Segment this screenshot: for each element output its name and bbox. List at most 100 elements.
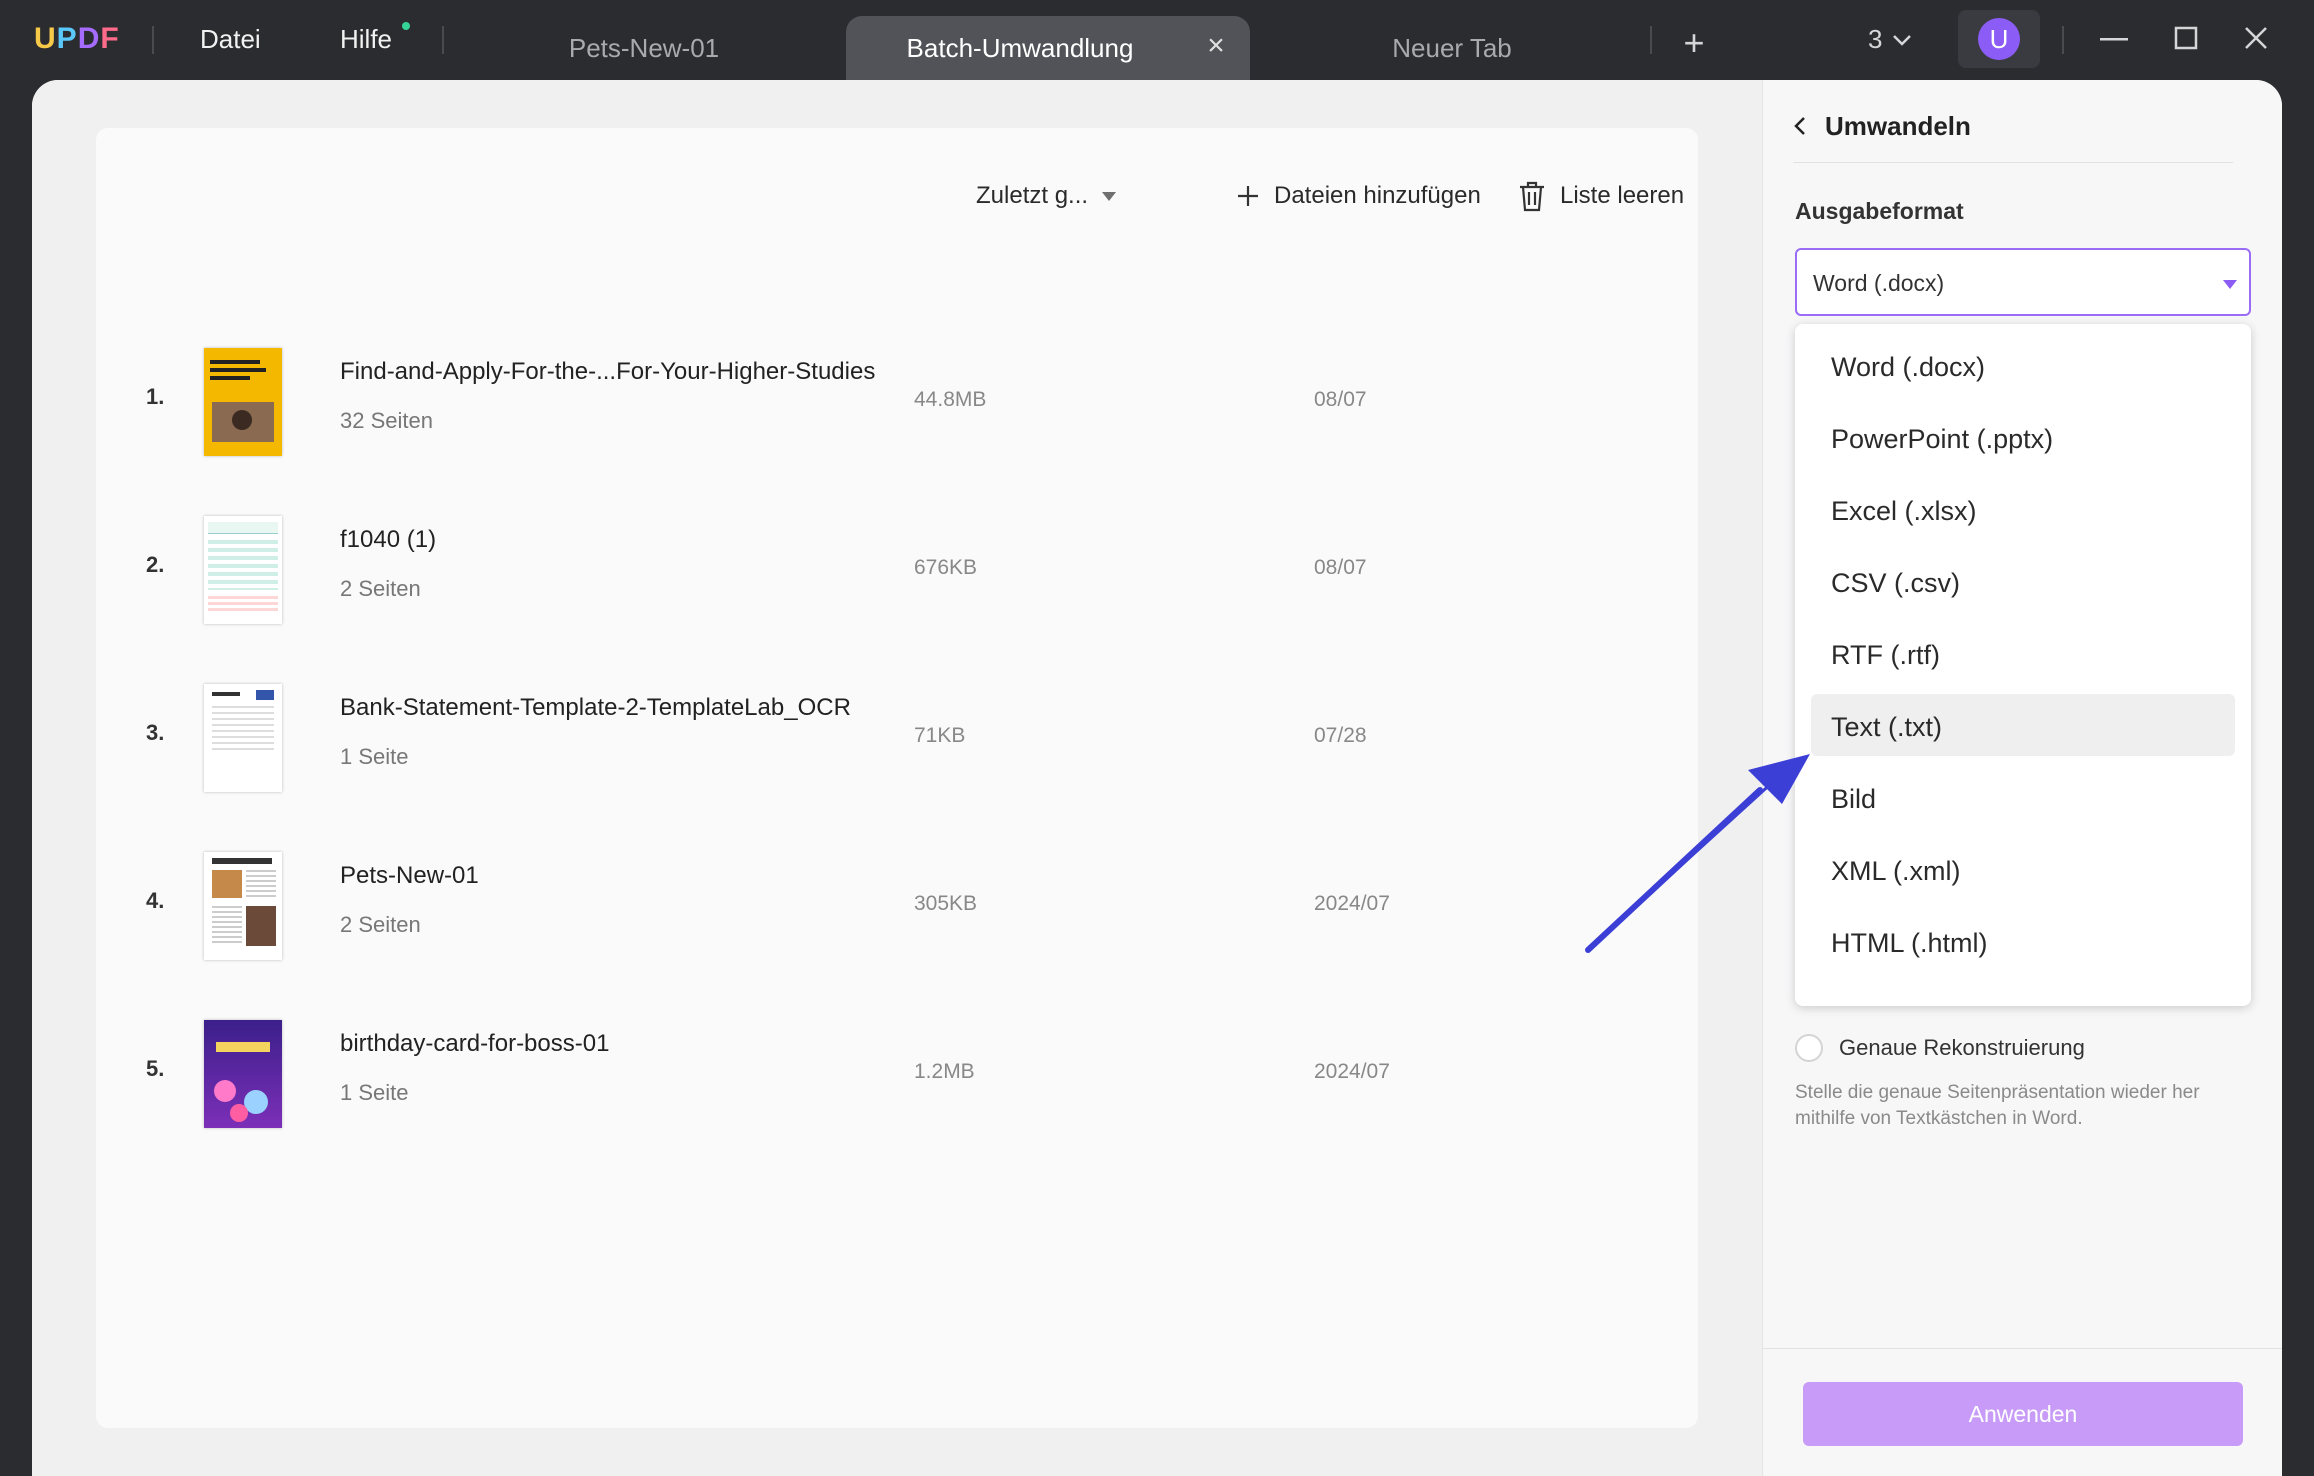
convert-side-panel: Umwandeln Ausgabeformat Word (.docx) Wor… bbox=[1762, 80, 2282, 1476]
apply-button[interactable]: Anwenden bbox=[1803, 1382, 2243, 1446]
divider bbox=[2062, 26, 2064, 54]
logo-letter: U bbox=[34, 22, 57, 55]
logo-letter: D bbox=[77, 22, 101, 55]
add-files-button[interactable]: Dateien hinzufügen bbox=[1236, 176, 1481, 216]
file-size: 305KB bbox=[914, 892, 978, 915]
row-number: 2. bbox=[146, 552, 165, 577]
file-name: Find-and-Apply-For-the-...For-Your-Highe… bbox=[340, 358, 876, 385]
tab-label: Pets-New-01 bbox=[568, 32, 720, 63]
file-pages: 1 Seite bbox=[340, 1080, 409, 1105]
file-size: 71KB bbox=[914, 724, 966, 747]
file-thumbnail bbox=[204, 684, 282, 792]
radio-button[interactable] bbox=[1795, 1034, 1823, 1062]
format-option[interactable]: Bild bbox=[1811, 766, 2235, 828]
logo-letter: F bbox=[100, 22, 120, 55]
format-option[interactable]: Word (.docx) bbox=[1811, 334, 2235, 396]
file-size: 676KB bbox=[914, 556, 978, 579]
close-tab-icon[interactable]: × bbox=[1202, 31, 1230, 61]
file-list-panel: Zuletzt g... Dateien hinzufügen Liste le… bbox=[96, 128, 1698, 1428]
window-count[interactable]: 3 bbox=[1868, 24, 1914, 55]
notification-dot bbox=[402, 22, 410, 30]
row-number: 4. bbox=[146, 888, 165, 913]
file-date: 07/28 bbox=[1314, 724, 1367, 747]
file-row[interactable]: 4. Pets-New-01 2 Seiten 305KB 2024/07 bbox=[96, 832, 1698, 972]
tab-label: Neuer Tab bbox=[1392, 32, 1512, 63]
file-pages: 2 Seiten bbox=[340, 912, 421, 937]
tab-batch-conversion[interactable]: Batch-Umwandlung × bbox=[846, 16, 1250, 80]
file-date: 08/07 bbox=[1314, 556, 1367, 579]
add-files-label: Dateien hinzufügen bbox=[1274, 182, 1481, 209]
file-name: birthday-card-for-boss-01 bbox=[340, 1030, 610, 1057]
format-option[interactable]: HTML (.html) bbox=[1811, 910, 2235, 972]
clear-list-button[interactable]: Liste leeren bbox=[1518, 176, 1684, 216]
avatar: U bbox=[1978, 18, 2020, 60]
file-row[interactable]: 3. Bank-Statement-Template-2-TemplateLab… bbox=[96, 664, 1698, 804]
batch-conversion-window: Zuletzt g... Dateien hinzufügen Liste le… bbox=[32, 80, 2282, 1476]
file-thumbnail bbox=[204, 1020, 282, 1128]
row-number: 1. bbox=[146, 384, 165, 409]
updf-logo[interactable]: UPDF bbox=[34, 22, 120, 56]
menu-file[interactable]: Datei bbox=[200, 24, 261, 55]
exact-reconstruction-option[interactable]: Genaue Rekonstruierung bbox=[1795, 1034, 2085, 1062]
caret-down-icon bbox=[1102, 191, 1117, 201]
tab-pets-new-01[interactable]: Pets-New-01 bbox=[452, 16, 836, 80]
annotation-arrow-icon bbox=[1585, 754, 1810, 953]
file-row[interactable]: 1. Find-and-Apply-For-the-...For-Your-Hi… bbox=[96, 328, 1698, 468]
divider bbox=[1650, 26, 1652, 54]
file-size: 1.2MB bbox=[914, 1060, 975, 1083]
back-arrow-icon[interactable] bbox=[1793, 115, 1807, 137]
file-pages: 1 Seite bbox=[340, 744, 409, 769]
menu-help[interactable]: Hilfe bbox=[340, 24, 392, 55]
divider bbox=[1793, 162, 2233, 163]
window-count-label: 3 bbox=[1868, 24, 1883, 54]
close-window-icon[interactable] bbox=[2244, 26, 2268, 50]
maximize-icon[interactable] bbox=[2174, 26, 2198, 50]
file-pages: 2 Seiten bbox=[340, 576, 421, 601]
format-option[interactable]: PowerPoint (.pptx) bbox=[1811, 406, 2235, 468]
format-option[interactable]: Excel (.xlsx) bbox=[1811, 478, 2235, 540]
clear-list-label: Liste leeren bbox=[1560, 182, 1685, 209]
format-option[interactable]: RTF (.rtf) bbox=[1811, 622, 2235, 684]
format-dropdown-menu: Word (.docx) PowerPoint (.pptx) Excel (.… bbox=[1795, 324, 2251, 1006]
file-size: 44.8MB bbox=[914, 388, 987, 411]
trash-icon bbox=[1520, 181, 1544, 212]
side-panel-header: Umwandeln bbox=[1793, 106, 1971, 146]
selected-format-value: Word (.docx) bbox=[1813, 270, 1945, 296]
reconstruction-hint: Stelle die genaue Seitenpräsentation wie… bbox=[1795, 1082, 2200, 1129]
format-option[interactable]: CSV (.csv) bbox=[1811, 550, 2235, 612]
format-option[interactable]: Text (.txt) bbox=[1811, 694, 2235, 756]
format-option[interactable]: XML (.xml) bbox=[1811, 838, 2235, 900]
file-row[interactable]: 5. birthday-card-for-boss-01 1 Seite 1.2… bbox=[96, 1000, 1698, 1140]
title-bar: UPDF Datei Hilfe Pets-New-01 Batch-Umwan… bbox=[0, 0, 2314, 80]
row-number: 5. bbox=[146, 1056, 165, 1081]
sort-label: Zuletzt g... bbox=[976, 182, 1089, 209]
file-date: 2024/07 bbox=[1314, 892, 1390, 915]
account-button[interactable]: U bbox=[1958, 10, 2040, 68]
reconstruction-label: Genaue Rekonstruierung bbox=[1839, 1035, 2085, 1060]
file-list-area: Zuletzt g... Dateien hinzufügen Liste le… bbox=[32, 80, 1762, 1476]
file-name: f1040 (1) bbox=[340, 526, 437, 553]
output-format-label: Ausgabeformat bbox=[1795, 198, 1964, 224]
file-name: Bank-Statement-Template-2-TemplateLab_OC… bbox=[340, 694, 851, 721]
row-number: 3. bbox=[146, 720, 165, 745]
plus-icon bbox=[1238, 186, 1258, 206]
file-row[interactable]: 2. f1040 (1) 2 Seiten 676KB 08/07 bbox=[96, 496, 1698, 636]
output-format-select[interactable]: Word (.docx) bbox=[1795, 248, 2251, 316]
plus-icon[interactable]: + bbox=[1676, 22, 1712, 64]
caret-down-icon bbox=[2223, 280, 2237, 289]
side-panel-title: Umwandeln bbox=[1825, 110, 1971, 141]
file-date: 2024/07 bbox=[1314, 1060, 1390, 1083]
tab-label: Batch-Umwandlung bbox=[906, 32, 1134, 63]
file-date: 08/07 bbox=[1314, 388, 1367, 411]
file-name: Pets-New-01 bbox=[340, 862, 479, 889]
file-pages: 32 Seiten bbox=[340, 408, 433, 433]
divider bbox=[442, 26, 444, 54]
logo-letter: P bbox=[56, 22, 78, 55]
chevron-down-icon bbox=[1893, 34, 1912, 46]
file-thumbnail bbox=[204, 348, 282, 456]
tab-new-tab[interactable]: Neuer Tab bbox=[1260, 16, 1644, 80]
divider bbox=[1763, 1348, 2282, 1349]
sort-dropdown[interactable]: Zuletzt g... bbox=[976, 176, 1117, 216]
minimize-icon[interactable] bbox=[2100, 38, 2128, 42]
divider bbox=[152, 26, 154, 54]
